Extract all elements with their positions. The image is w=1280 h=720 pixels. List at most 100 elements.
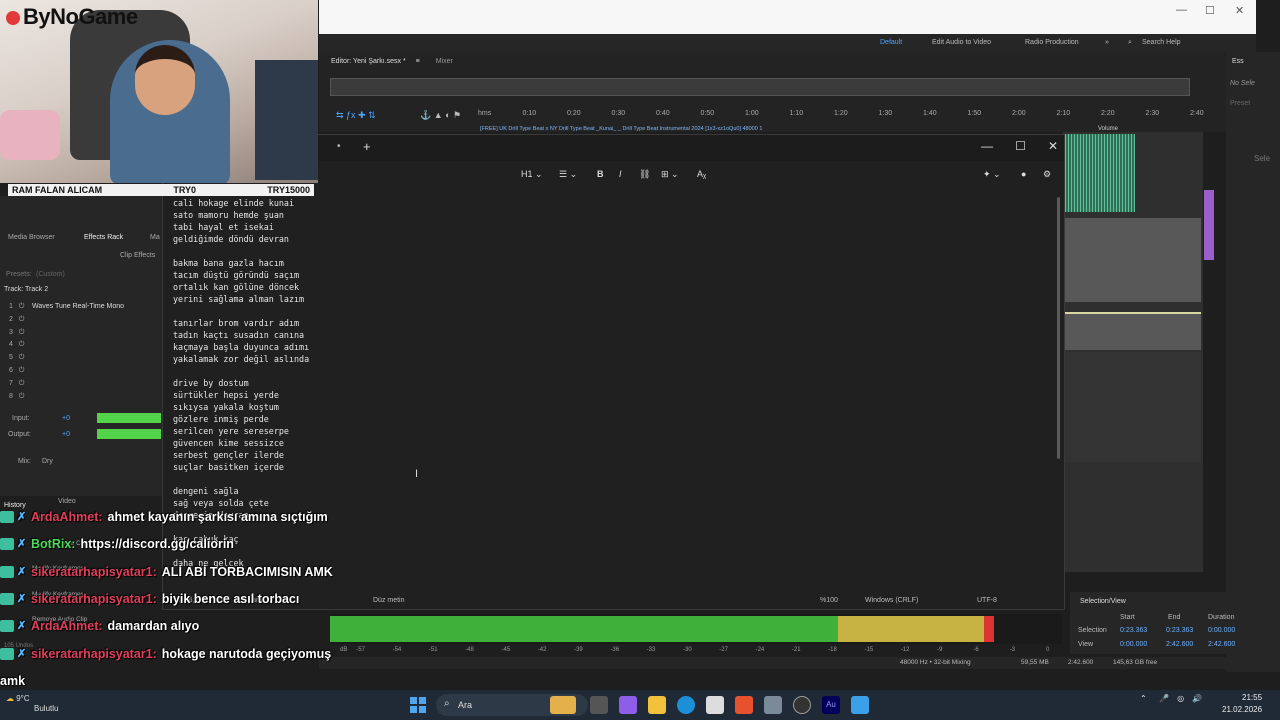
power-icon[interactable]: ⏻ <box>17 393 25 400</box>
search-help-input[interactable]: Search Help <box>1142 39 1181 46</box>
effect-slot-row[interactable]: 5 ⏻ <box>9 354 24 362</box>
power-icon[interactable]: ⏻ <box>17 354 25 361</box>
tab-video[interactable]: Video <box>58 498 76 505</box>
volume-icon[interactable]: 🔊 <box>1192 694 1202 703</box>
track-area-dark[interactable] <box>1065 352 1201 462</box>
effect-slot-row[interactable]: 1 ⏻ <box>9 303 24 311</box>
app-icon[interactable] <box>764 696 782 714</box>
view-end[interactable]: 2:42.600 <box>1166 641 1193 648</box>
workspace-radio-production[interactable]: Radio Production <box>1025 39 1079 46</box>
maximize-icon[interactable]: ☐ <box>1015 139 1026 153</box>
settings-gear-icon[interactable]: ⚙ <box>1043 169 1051 180</box>
close-icon[interactable]: ✕ <box>1048 139 1058 153</box>
task-view-icon[interactable] <box>590 696 608 714</box>
maximize-icon[interactable]: ☐ <box>1205 4 1215 17</box>
line-ending[interactable]: Windows (CRLF) <box>865 597 918 604</box>
italic-icon[interactable]: I <box>619 169 622 179</box>
output-value[interactable]: +0 <box>62 431 70 438</box>
close-icon[interactable]: ✕ <box>1235 4 1244 17</box>
copilot-icon[interactable] <box>619 696 637 714</box>
view-duration[interactable]: 2:42.600 <box>1208 641 1235 648</box>
chat-username[interactable]: ArdaAhmet: <box>31 510 103 524</box>
chevron-up-icon[interactable]: ⌃ <box>1140 694 1147 703</box>
power-icon[interactable]: ⏻ <box>17 380 25 387</box>
microphone-icon[interactable]: 🎤 <box>1159 694 1169 703</box>
tab-history[interactable]: History <box>4 502 26 509</box>
effect-slot-row[interactable]: 3 ⏻ <box>9 329 24 337</box>
power-icon[interactable]: ⏻ <box>17 316 25 323</box>
input-value[interactable]: +0 <box>62 415 70 422</box>
search-icon[interactable]: ⌕ <box>1128 39 1132 47</box>
tab-mixer[interactable]: Mixer <box>436 58 453 65</box>
panel-menu-icon[interactable]: ≡ <box>416 58 420 65</box>
more-workspaces-icon[interactable]: » <box>1105 39 1109 46</box>
tab-ma[interactable]: Ma <box>150 234 160 241</box>
list-icon[interactable]: ☰ ⌄ <box>559 169 577 180</box>
effect-slot-row[interactable]: 6 ⏻ <box>9 367 24 375</box>
track-clip-empty[interactable] <box>1065 218 1201 302</box>
account-icon[interactable]: ● <box>1021 169 1026 179</box>
panel-title[interactable]: Ess <box>1232 58 1244 65</box>
effect-slot-row[interactable]: 8 ⏻ <box>9 393 24 401</box>
tab-clip-effects[interactable]: Clip Effects <box>120 252 155 259</box>
selection-duration[interactable]: 0:00.000 <box>1208 627 1235 634</box>
store-icon[interactable] <box>706 696 724 714</box>
view-start[interactable]: 0:00.000 <box>1120 641 1147 648</box>
zoom-level[interactable]: %100 <box>820 597 838 604</box>
editor-tool-icons[interactable]: ⇆ ƒx ✚ ⇅ <box>336 110 376 121</box>
timeline-ruler[interactable]: hms 0:10 0:20 0:30 0:40 0:50 1:00 1:10 1:20 1:30 1… <box>478 108 1204 120</box>
output-meter <box>97 429 161 439</box>
panel-title[interactable]: Selection/View <box>1080 598 1126 605</box>
heading-select[interactable]: H1 ⌄ <box>521 169 543 180</box>
copilot-icon[interactable]: ✦ ⌄ <box>983 169 1001 180</box>
chat-username[interactable]: sikeratarhapisyatar1: <box>31 647 157 661</box>
link-icon[interactable]: ⛓ <box>639 169 650 180</box>
power-icon[interactable]: ⏻ <box>17 341 25 348</box>
system-tray[interactable]: ⌃ 🎤 ◎ 🔊 <box>1140 694 1202 703</box>
file-explorer-icon[interactable] <box>648 696 666 714</box>
brave-icon[interactable] <box>735 696 753 714</box>
scrollbar[interactable] <box>1057 197 1060 459</box>
workspace-edit-audio-video[interactable]: Edit Audio to Video <box>932 39 991 46</box>
chat-username[interactable]: BotRix: <box>31 537 75 551</box>
notepad-icon[interactable] <box>851 696 869 714</box>
chat-username[interactable]: ArdaAhmet: <box>31 619 103 633</box>
encoding[interactable]: UTF-8 <box>977 597 997 604</box>
network-icon[interactable]: ◎ <box>1177 694 1184 703</box>
power-icon[interactable]: ⏻ <box>17 329 25 336</box>
clear-format-icon[interactable]: Aᵪ <box>697 169 706 179</box>
clock[interactable]: 21:55 21.02.2026 <box>1222 692 1262 716</box>
obs-icon[interactable] <box>793 696 811 714</box>
tab-editor[interactable]: Editor: Yeni Şarkı.sesx * <box>331 58 406 65</box>
start-button[interactable] <box>410 697 426 713</box>
effect-slot-row[interactable]: 7 ⏻ <box>9 380 24 388</box>
weather-widget[interactable]: ☁ 9°C Bulutlu <box>6 694 58 714</box>
track-clip-volume[interactable] <box>1065 312 1201 350</box>
power-icon[interactable]: ⏻ <box>17 303 25 310</box>
selection-end[interactable]: 0:23.363 <box>1166 627 1193 634</box>
selection-start[interactable]: 0:23.363 <box>1120 627 1147 634</box>
minimize-icon[interactable]: — <box>981 139 993 153</box>
chat-username[interactable]: sikeratarhapisyatar1: <box>31 565 157 579</box>
new-tab-icon[interactable]: + <box>363 139 371 154</box>
widget-icon[interactable] <box>550 696 576 714</box>
bold-icon[interactable]: B <box>597 169 604 179</box>
tab-dot-icon[interactable]: • <box>337 141 341 152</box>
workspace-default[interactable]: Default <box>880 39 902 46</box>
tab-effects-rack[interactable]: Effects Rack <box>84 234 123 241</box>
effect-slot-row[interactable]: 2 ⏻ <box>9 316 24 324</box>
chat-username[interactable]: sikeratarhapisyatar1: <box>31 592 157 606</box>
tab-media-browser[interactable]: Media Browser <box>8 234 55 241</box>
snap-icons[interactable]: ⚓ ▲ ◐ ⚑ <box>420 110 461 121</box>
table-icon[interactable]: ⊞ ⌄ <box>661 169 679 180</box>
effect-slot-row[interactable]: 4 ⏻ <box>9 341 24 349</box>
edge-icon[interactable] <box>677 696 695 714</box>
mix-value[interactable]: Dry <box>42 458 53 465</box>
minimize-icon[interactable]: — <box>1176 4 1187 16</box>
audition-icon[interactable]: Au <box>822 696 840 714</box>
power-icon[interactable]: ⏻ <box>17 367 25 374</box>
waveform-clip[interactable] <box>1065 134 1135 212</box>
effect-slot-1[interactable]: Waves Tune Real-Time Mono <box>32 303 124 310</box>
overview-bar[interactable] <box>330 78 1190 96</box>
presets-select[interactable]: (Custom) <box>36 271 65 278</box>
